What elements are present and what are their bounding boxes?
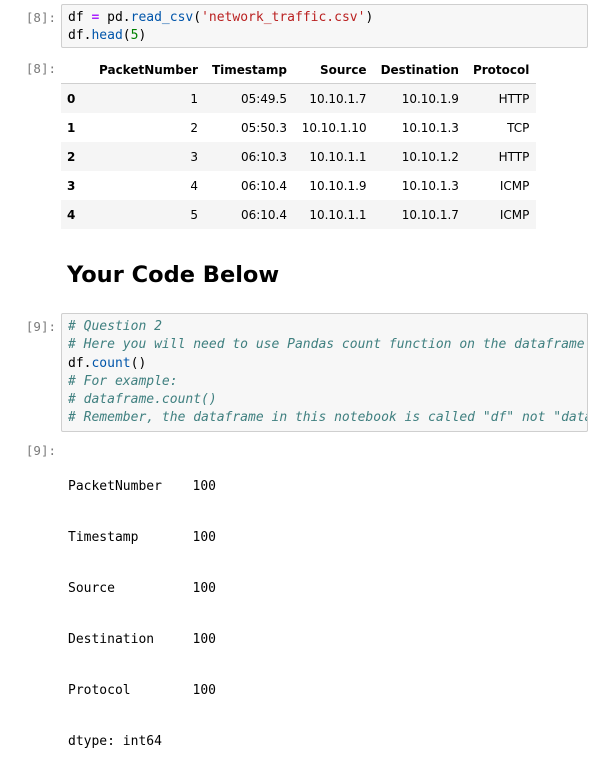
section-heading: Your Code Below	[67, 262, 280, 288]
output-label: Destination	[68, 632, 155, 647]
code-comment: # Remember, the dataframe in this notebo…	[68, 410, 588, 426]
table-cell: ICMP	[499, 178, 530, 193]
cell-8-output-prompt: [8]:	[25, 61, 56, 76]
table-row: 0 1 05:49.5 10.10.1.7 10.10.1.9 HTTP	[61, 83, 537, 113]
table-cell: ICMP	[499, 207, 530, 222]
table-cell: 10.10.1.3	[401, 120, 459, 135]
table-cell: 4	[190, 178, 198, 193]
row-index: 3	[67, 178, 76, 193]
output-row: Timestamp 100	[68, 529, 216, 546]
output-label: Source	[68, 581, 115, 596]
table-cell: HTTP	[498, 149, 530, 164]
cell-8-input-prompt: [8]:	[25, 10, 56, 25]
code-token: count	[91, 355, 131, 371]
table-cell: 10.10.1.9	[401, 91, 459, 106]
table-row: 4 5 06:10.4 10.10.1.1 10.10.1.7 ICMP	[61, 200, 537, 229]
output-row: Source 100	[68, 580, 216, 597]
table-cell: 06:10.4	[240, 178, 287, 193]
code-token: ()	[130, 355, 147, 371]
code-token: )	[365, 10, 374, 25]
table-row: 2 3 06:10.3 10.10.1.1 10.10.1.2 HTTP	[61, 142, 537, 171]
output-row: Destination 100	[68, 631, 216, 648]
table-cell: 05:49.5	[240, 91, 287, 106]
output-label: Protocol	[68, 683, 131, 698]
row-index: 0	[67, 91, 76, 106]
cell-8-code-editor[interactable]: df = pd.read_csv('network_traffic.csv') …	[61, 4, 588, 48]
output-value: 100	[192, 530, 216, 545]
output-value: 100	[192, 581, 216, 596]
table-cell: 10.10.1.3	[401, 178, 459, 193]
code-comment: # Here you will need to use Pandas count…	[68, 337, 585, 353]
code-token: (	[193, 10, 202, 25]
table-cell: 10.10.1.9	[309, 178, 367, 193]
output-value: 100	[192, 683, 216, 698]
output-row: Protocol 100	[68, 682, 216, 699]
table-cell: TCP	[507, 120, 530, 135]
code-token: =	[91, 10, 100, 25]
table-cell: 10.10.1.1	[309, 207, 367, 222]
column-header: PacketNumber	[87, 56, 205, 84]
table-cell: 06:10.3	[240, 149, 287, 164]
code-token: (	[122, 28, 131, 44]
column-header: Protocol	[465, 56, 537, 84]
output-label: Timestamp	[68, 530, 139, 545]
row-index: 2	[67, 149, 76, 164]
cell-9-output-prompt: [9]:	[25, 443, 56, 458]
table-cell: 10.10.1.1	[309, 149, 367, 164]
output-value: 100	[192, 479, 216, 494]
cell-9-code-editor[interactable]: # Question 2 # Here you will need to use…	[61, 313, 588, 432]
table-cell: 2	[190, 120, 198, 135]
code-comment: # dataframe.count()	[68, 392, 217, 408]
table-cell: 10.10.1.7	[401, 207, 459, 222]
table-cell: 3	[190, 149, 198, 164]
code-token: pd.	[107, 10, 131, 25]
code-token: df	[68, 10, 84, 25]
table-cell: 05:50.3	[240, 120, 287, 135]
code-token: 'network_traffic.csv'	[201, 10, 366, 25]
index-header	[61, 56, 87, 84]
code-token: df.	[68, 355, 92, 371]
table-cell: HTTP	[498, 91, 530, 106]
table-cell: 5	[190, 207, 198, 222]
dataframe-table: PacketNumber Timestamp Source Destinatio…	[61, 56, 537, 229]
column-header: Timestamp	[204, 56, 294, 84]
cell-9-input-prompt: [9]:	[25, 319, 56, 334]
code-token: head	[91, 28, 123, 44]
code-comment: # Question 2	[68, 319, 162, 334]
column-header: Source	[293, 56, 374, 84]
code-token: read_csv	[130, 10, 194, 25]
column-header: Destination	[373, 56, 466, 84]
table-row: 3 4 06:10.4 10.10.1.9 10.10.1.3 ICMP	[61, 171, 536, 200]
code-token: df.	[68, 28, 92, 44]
code-line-2: df.head(5)	[62, 27, 587, 45]
code-line: df.count()	[62, 355, 587, 373]
code-comment: # For example:	[68, 373, 178, 389]
table-cell: 10.10.1.2	[401, 149, 459, 164]
table-cell: 10.10.1.7	[309, 91, 367, 106]
count-output: PacketNumber 100 Timestamp 100 Source 100 D…	[68, 444, 216, 767]
table-header-row: PacketNumber Timestamp Source Destinatio…	[61, 56, 537, 84]
code-line-1: df = pd.read_csv('network_traffic.csv')	[62, 9, 587, 27]
table-row: 1 2 05:50.3 10.10.1.10 10.10.1.3 TCP	[61, 113, 536, 142]
table-cell: 1	[190, 91, 198, 106]
table-cell: 06:10.4	[240, 207, 287, 222]
code-token: )	[138, 28, 147, 44]
output-value: 100	[192, 632, 216, 647]
row-index: 1	[67, 120, 76, 135]
row-index: 4	[67, 207, 76, 222]
output-row: PacketNumber 100	[68, 478, 216, 495]
output-label: PacketNumber	[68, 479, 162, 494]
table-cell: 10.10.1.10	[301, 120, 367, 135]
output-dtype: dtype: int64	[68, 734, 162, 749]
